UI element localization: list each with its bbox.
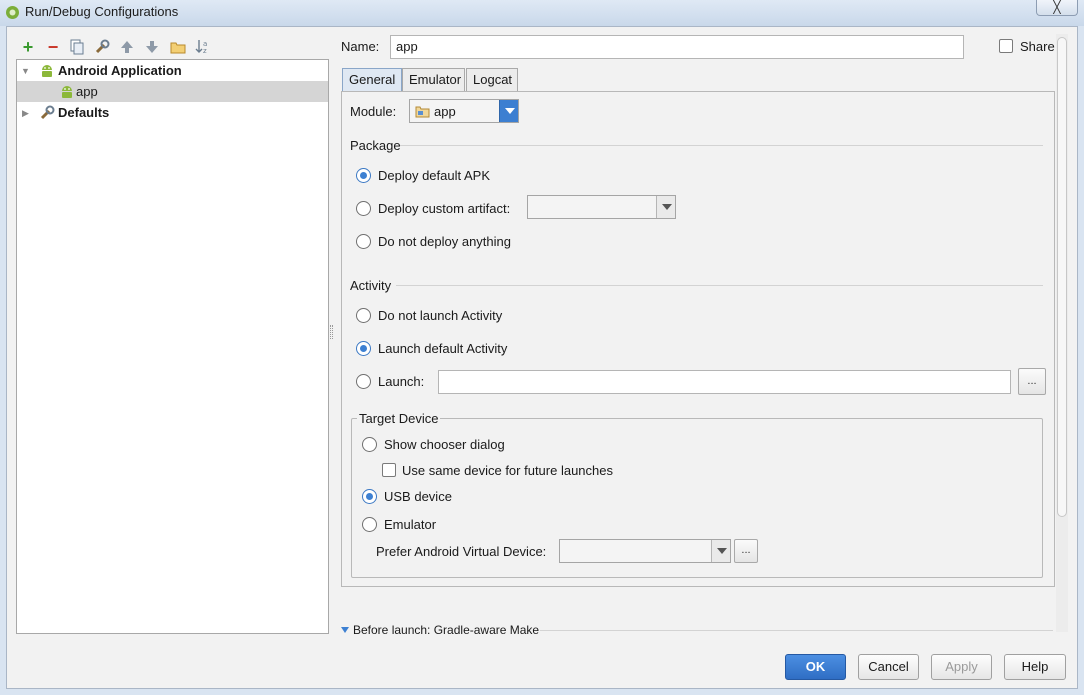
cancel-button[interactable]: Cancel: [858, 654, 919, 680]
ok-button[interactable]: OK: [785, 654, 846, 680]
folder-icon[interactable]: [170, 39, 186, 55]
move-down-icon[interactable]: [145, 39, 159, 55]
emulator-label[interactable]: Emulator: [384, 517, 436, 532]
svg-text:z: z: [203, 47, 207, 55]
expand-arrow-icon[interactable]: ▼: [21, 61, 30, 82]
module-folder-icon: [415, 106, 430, 118]
before-launch-label[interactable]: Before launch: Gradle-aware Make: [353, 623, 539, 634]
usb-device-radio[interactable]: [362, 489, 377, 504]
share-label[interactable]: Share: [1020, 39, 1055, 54]
launch-default-activity-radio[interactable]: [356, 341, 371, 356]
tree-item-android-application[interactable]: ▼ Android Application: [17, 60, 328, 81]
tree-item-defaults[interactable]: ▶ Defaults: [17, 102, 328, 123]
tree-item-label: app: [76, 84, 98, 99]
prefer-avd-label: Prefer Android Virtual Device:: [376, 544, 547, 559]
tab-general[interactable]: General: [342, 68, 402, 92]
package-section-title: Package: [350, 138, 401, 153]
show-chooser-label[interactable]: Show chooser dialog: [384, 437, 505, 452]
chevron-down-icon[interactable]: [711, 540, 730, 562]
name-input[interactable]: app: [390, 35, 964, 59]
same-device-checkbox[interactable]: [382, 463, 396, 477]
same-device-label[interactable]: Use same device for future launches: [402, 463, 613, 478]
launch-radio[interactable]: [356, 374, 371, 389]
divider: [396, 285, 1043, 286]
scrollbar-thumb[interactable]: [1057, 37, 1067, 517]
splitter-handle[interactable]: [330, 325, 333, 339]
avd-browse-button[interactable]: ...: [734, 539, 758, 563]
deploy-custom-artifact-radio[interactable]: [356, 201, 371, 216]
show-chooser-radio[interactable]: [362, 437, 377, 452]
deploy-default-apk-label[interactable]: Deploy default APK: [378, 168, 490, 183]
tree-item-app[interactable]: app: [17, 81, 328, 102]
collapse-arrow-icon[interactable]: [341, 627, 349, 633]
launch-label[interactable]: Launch:: [378, 374, 424, 389]
name-label: Name:: [341, 39, 380, 54]
divider: [540, 630, 1053, 631]
copy-icon[interactable]: [69, 39, 85, 55]
deploy-default-apk-radio[interactable]: [356, 168, 371, 183]
divider: [400, 145, 1043, 146]
chevron-down-icon[interactable]: [656, 196, 675, 218]
launch-browse-button[interactable]: ...: [1018, 368, 1046, 395]
chevron-down-icon[interactable]: [499, 100, 518, 122]
module-label: Module:: [350, 104, 397, 119]
launch-default-activity-label[interactable]: Launch default Activity: [378, 341, 507, 356]
help-button[interactable]: Help: [1004, 654, 1066, 680]
move-up-icon[interactable]: [120, 39, 134, 55]
android-icon: [62, 86, 72, 98]
avd-select[interactable]: [559, 539, 731, 563]
sort-icon[interactable]: a z: [195, 38, 211, 55]
remove-icon[interactable]: −: [44, 38, 62, 56]
tree-item-label: Android Application: [58, 63, 182, 78]
configuration-tree[interactable]: ▼ Android Application app ▶ Defaults: [16, 59, 329, 634]
emulator-radio[interactable]: [362, 517, 377, 532]
share-checkbox[interactable]: [999, 39, 1013, 53]
module-value: app: [434, 104, 456, 119]
do-not-launch-label[interactable]: Do not launch Activity: [378, 308, 502, 323]
do-not-deploy-label[interactable]: Do not deploy anything: [378, 234, 511, 249]
wrench-icon: [40, 105, 55, 120]
android-studio-icon: [6, 6, 19, 19]
window-title: Run/Debug Configurations: [25, 4, 179, 19]
do-not-launch-radio[interactable]: [356, 308, 371, 323]
tab-emulator[interactable]: Emulator: [402, 68, 465, 91]
target-device-title: Target Device: [357, 411, 441, 426]
close-button[interactable]: ╳: [1036, 0, 1078, 16]
launch-activity-input[interactable]: [438, 370, 1011, 394]
deploy-custom-artifact-label[interactable]: Deploy custom artifact:: [378, 201, 510, 216]
tab-logcat[interactable]: Logcat: [466, 68, 518, 91]
wrench-icon[interactable]: [94, 39, 111, 55]
tree-item-label: Defaults: [58, 105, 110, 120]
module-select[interactable]: app: [409, 99, 519, 123]
artifact-select[interactable]: [527, 195, 676, 219]
do-not-deploy-radio[interactable]: [356, 234, 371, 249]
android-icon: [42, 65, 52, 77]
collapse-arrow-icon[interactable]: ▶: [22, 103, 29, 124]
activity-section-title: Activity: [350, 278, 392, 293]
add-icon[interactable]: +: [19, 38, 37, 56]
usb-device-label[interactable]: USB device: [384, 489, 452, 504]
apply-button[interactable]: Apply: [931, 654, 992, 680]
